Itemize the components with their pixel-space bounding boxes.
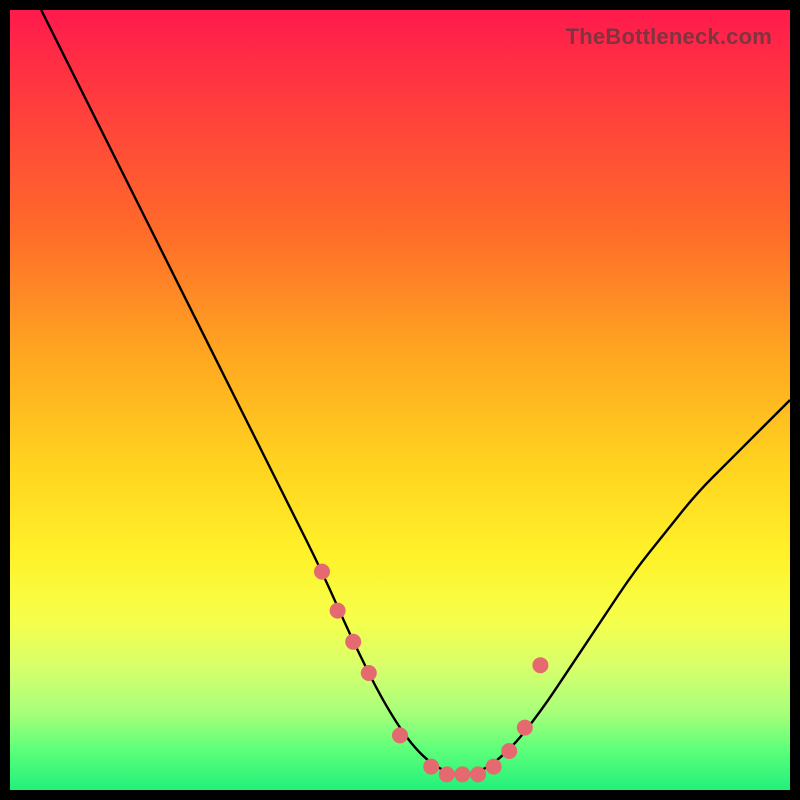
watermark-text: TheBottleneck.com bbox=[566, 24, 772, 50]
highlight-dot bbox=[532, 657, 548, 673]
highlight-dot bbox=[470, 766, 486, 782]
highlight-dot bbox=[454, 766, 470, 782]
highlight-dot bbox=[439, 766, 455, 782]
chart-svg bbox=[10, 10, 790, 790]
highlight-dots-group bbox=[314, 564, 548, 783]
highlight-dot bbox=[345, 634, 361, 650]
bottleneck-curve bbox=[41, 10, 790, 774]
highlight-dot bbox=[314, 564, 330, 580]
curve-path bbox=[41, 10, 790, 774]
highlight-dot bbox=[330, 603, 346, 619]
highlight-dot bbox=[501, 743, 517, 759]
chart-plot-area: TheBottleneck.com bbox=[10, 10, 790, 790]
chart-frame: TheBottleneck.com bbox=[0, 0, 800, 800]
highlight-dot bbox=[392, 727, 408, 743]
highlight-dot bbox=[361, 665, 377, 681]
highlight-dot bbox=[517, 720, 533, 736]
highlight-dot bbox=[486, 759, 502, 775]
highlight-dot bbox=[423, 759, 439, 775]
